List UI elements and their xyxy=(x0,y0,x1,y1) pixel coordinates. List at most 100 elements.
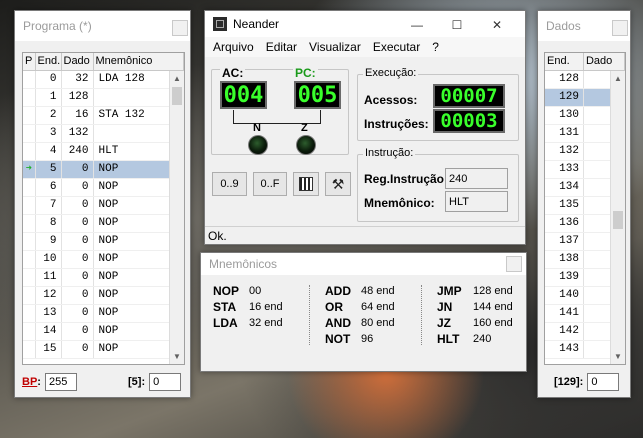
cell-address[interactable]: 14 xyxy=(35,322,62,341)
cell-address[interactable]: 4 xyxy=(35,142,62,161)
cell-data[interactable]: 0 xyxy=(61,178,94,197)
cell-address[interactable]: 130 xyxy=(545,106,584,125)
scroll-up-icon[interactable]: ▲ xyxy=(170,71,184,86)
dados-scrollbar[interactable]: ▲ ▼ xyxy=(610,71,625,364)
cell-data[interactable]: 0 xyxy=(61,196,94,215)
cell-data[interactable]: 0 xyxy=(61,214,94,233)
cell-address[interactable]: 5 xyxy=(35,160,62,179)
cell-data[interactable]: 0 xyxy=(61,304,94,323)
cell-address[interactable]: 10 xyxy=(35,250,62,269)
table-row[interactable]: 15 0 NOP xyxy=(23,340,184,359)
table-row[interactable]: 13 0 NOP xyxy=(23,304,184,323)
cell-address[interactable]: 9 xyxy=(35,232,62,251)
cell-address[interactable]: 13 xyxy=(35,304,62,323)
cell-address[interactable]: 142 xyxy=(545,322,584,341)
scroll-thumb[interactable] xyxy=(613,211,623,229)
hex-button[interactable]: 0..F xyxy=(253,172,287,196)
col-header-end[interactable]: End. xyxy=(545,53,584,71)
col-header-dado[interactable]: Dado xyxy=(583,53,625,71)
table-row[interactable]: 7 0 NOP xyxy=(23,196,184,215)
run-tools-button[interactable]: ⚒ xyxy=(325,172,351,196)
table-row[interactable]: 9 0 NOP xyxy=(23,232,184,251)
cell-address[interactable]: 129 xyxy=(545,88,584,107)
mnemonicos-titlebar[interactable]: Mnemônicos xyxy=(201,253,526,275)
close-button[interactable]: ✕ xyxy=(477,11,517,39)
table-row[interactable]: ➜ 5 0 NOP xyxy=(23,160,184,179)
dados-close-button[interactable] xyxy=(612,20,628,36)
cell-address[interactable]: 8 xyxy=(35,214,62,233)
maximize-button[interactable]: ☐ xyxy=(437,11,477,39)
programa-titlebar[interactable]: Programa (*) xyxy=(15,11,190,41)
cell-address[interactable]: 137 xyxy=(545,232,584,251)
cell-address[interactable]: 131 xyxy=(545,124,584,143)
cell-data[interactable]: 0 xyxy=(61,250,94,269)
memory-dump-button[interactable] xyxy=(293,172,319,196)
cell-address[interactable]: 0 xyxy=(35,70,62,89)
dados-table[interactable]: End. Dado 128412901300131013241330134013… xyxy=(544,52,626,365)
programa-close-button[interactable] xyxy=(172,20,188,36)
table-row[interactable]: 4 240 HLT xyxy=(23,142,184,161)
cell-address[interactable]: 134 xyxy=(545,178,584,197)
cell-address[interactable]: 128 xyxy=(545,70,584,89)
table-row[interactable]: 3 132 xyxy=(23,124,184,143)
table-row[interactable]: 8 0 NOP xyxy=(23,214,184,233)
col-header-dado[interactable]: Dado xyxy=(61,53,94,71)
cell-address[interactable]: 3 xyxy=(35,124,62,143)
scroll-up-icon[interactable]: ▲ xyxy=(611,71,625,86)
cell-data[interactable]: 0 xyxy=(61,286,94,305)
cell-data[interactable]: 0 xyxy=(61,268,94,287)
cell-address[interactable]: 15 xyxy=(35,340,62,359)
col-header-p[interactable]: P xyxy=(23,53,36,71)
cell-data[interactable]: 0 xyxy=(61,322,94,341)
table-row[interactable]: 0 32 LDA 128 xyxy=(23,70,184,89)
scroll-down-icon[interactable]: ▼ xyxy=(611,349,625,364)
cell-data[interactable]: 240 xyxy=(61,142,94,161)
cell-data[interactable]: 0 xyxy=(61,340,94,359)
cell-address[interactable]: 133 xyxy=(545,160,584,179)
col-header-end[interactable]: End. xyxy=(35,53,62,71)
mnemonicos-close-button[interactable] xyxy=(506,256,522,272)
minimize-button[interactable]: — xyxy=(397,11,437,39)
cell-data[interactable]: 0 xyxy=(61,232,94,251)
decimal-button[interactable]: 0..9 xyxy=(212,172,247,196)
menu-visualizar[interactable]: Visualizar xyxy=(303,40,367,54)
programa-scrollbar[interactable]: ▲ ▼ xyxy=(169,71,184,364)
table-row[interactable]: 2 16 STA 132 xyxy=(23,106,184,125)
table-row[interactable]: 14 0 NOP xyxy=(23,322,184,341)
table-row[interactable]: 11 0 NOP xyxy=(23,268,184,287)
cell-address[interactable]: 12 xyxy=(35,286,62,305)
col-header-mnemonico[interactable]: Mnemônico xyxy=(93,53,184,71)
table-row[interactable]: 6 0 NOP xyxy=(23,178,184,197)
address-value-input[interactable]: 0 xyxy=(149,373,182,391)
cell-address[interactable]: 7 xyxy=(35,196,62,215)
menu-help[interactable]: ? xyxy=(426,40,445,54)
cell-data[interactable]: 32 xyxy=(61,70,94,89)
menu-arquivo[interactable]: Arquivo xyxy=(207,40,260,54)
table-row[interactable]: 12 0 NOP xyxy=(23,286,184,305)
cell-address[interactable]: 140 xyxy=(545,286,584,305)
table-row[interactable]: 10 0 NOP xyxy=(23,250,184,269)
programa-table[interactable]: P End. Dado Mnemônico 0 32 LDA 128 1 128 2 16 S… xyxy=(22,52,185,365)
cell-data[interactable]: 0 xyxy=(61,160,94,179)
dados-address-input[interactable]: 0 xyxy=(587,373,620,391)
cell-data[interactable]: 132 xyxy=(61,124,94,143)
cell-address[interactable]: 135 xyxy=(545,196,584,215)
cell-address[interactable]: 6 xyxy=(35,178,62,197)
cell-address[interactable]: 141 xyxy=(545,304,584,323)
cell-data[interactable]: 16 xyxy=(61,106,94,125)
cell-address[interactable]: 11 xyxy=(35,268,62,287)
cell-address[interactable]: 139 xyxy=(545,268,584,287)
bp-input[interactable]: 255 xyxy=(44,373,77,391)
menu-executar[interactable]: Executar xyxy=(367,40,426,54)
cell-address[interactable]: 143 xyxy=(545,340,584,359)
cell-address[interactable]: 138 xyxy=(545,250,584,269)
menu-editar[interactable]: Editar xyxy=(260,40,303,54)
table-row[interactable]: 1 128 xyxy=(23,88,184,107)
cell-address[interactable]: 132 xyxy=(545,142,584,161)
cell-data[interactable]: 128 xyxy=(61,88,94,107)
scroll-down-icon[interactable]: ▼ xyxy=(170,349,184,364)
cell-address[interactable]: 1 xyxy=(35,88,62,107)
cell-address[interactable]: 2 xyxy=(35,106,62,125)
cell-address[interactable]: 136 xyxy=(545,214,584,233)
scroll-thumb[interactable] xyxy=(172,87,182,105)
